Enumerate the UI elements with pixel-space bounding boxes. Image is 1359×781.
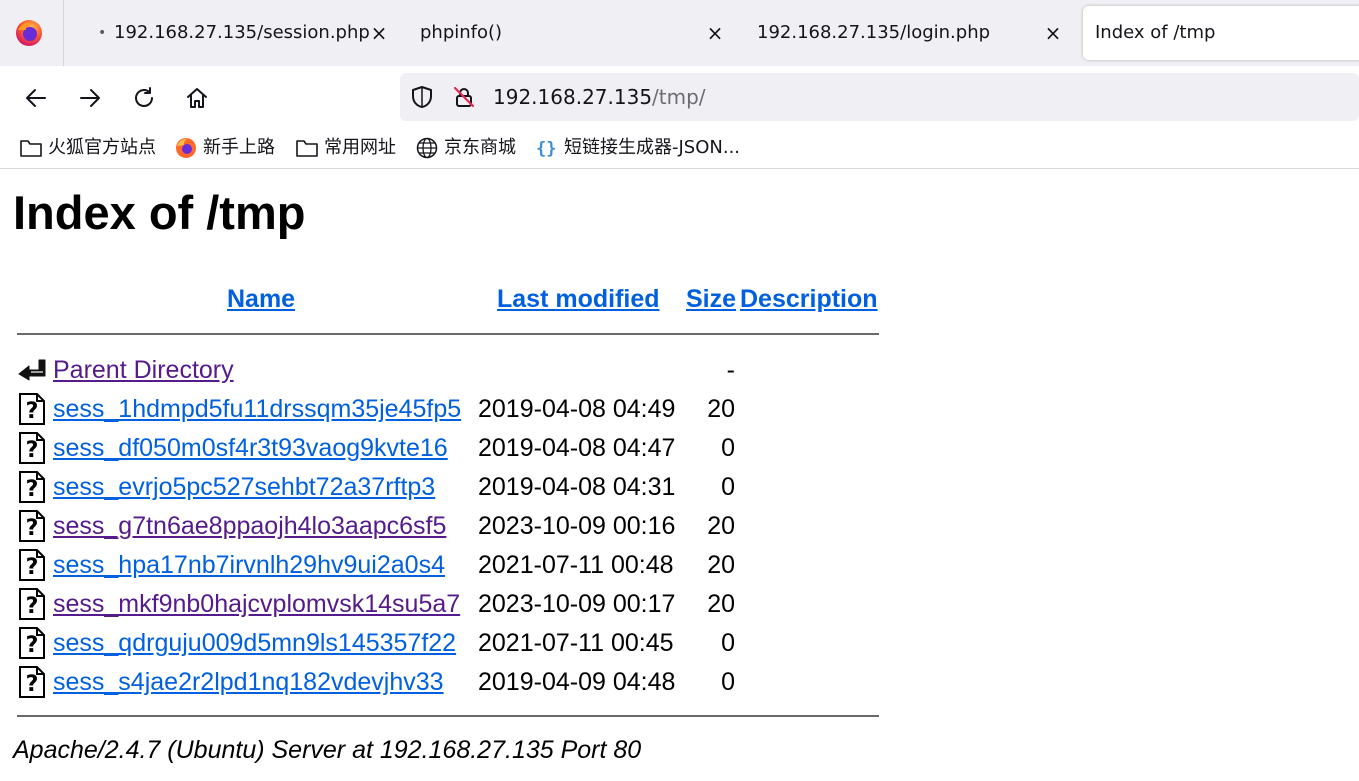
svg-text:?: ? <box>26 477 39 502</box>
file-link[interactable]: sess_df050m0sf4r3t93vaog9kvte16 <box>53 429 448 467</box>
svg-text:?: ? <box>26 438 39 463</box>
column-header-name[interactable]: Name <box>227 281 295 317</box>
header-divider <box>17 333 879 335</box>
tab-attention-dot: • <box>98 25 107 41</box>
insecure-lock-icon[interactable] <box>452 85 476 109</box>
svg-text:{}: {} <box>536 139 556 159</box>
bookmark-label: 常用网址 <box>324 137 396 158</box>
firefox-menu-icon[interactable] <box>14 18 44 48</box>
reload-button[interactable] <box>128 82 160 114</box>
svg-text:?: ? <box>26 672 39 697</box>
close-tab-icon[interactable]: × <box>1041 6 1065 60</box>
file-row: ? sess_s4jae2r2lpd1nq182vdevjhv33 2019-04-… <box>0 663 900 702</box>
braces-icon: {} <box>536 139 556 159</box>
bookmark-short-link-json[interactable]: {} 短链接生成器-JSON... <box>535 128 750 168</box>
tab-phpinfo[interactable]: phpinfo() × <box>402 6 738 60</box>
arrow-right-icon <box>80 89 100 107</box>
unknown-file-icon: ? <box>19 666 45 698</box>
folder-icon <box>20 140 42 157</box>
tab-title: 192.168.27.135/session.php <box>114 22 370 43</box>
page-content: Index of /tmp Name Last modified Size De… <box>0 169 1359 781</box>
bookmark-label: 火狐官方站点 <box>48 137 156 158</box>
svg-text:?: ? <box>26 555 39 580</box>
globe-icon <box>416 137 438 159</box>
file-size: 0 <box>721 629 735 657</box>
file-link[interactable]: sess_s4jae2r2lpd1nq182vdevjhv33 <box>53 663 444 701</box>
file-link[interactable]: sess_hpa17nb7irvnlh29hv9ui2a0s4 <box>53 546 445 584</box>
svg-text:?: ? <box>26 633 39 658</box>
unknown-file-icon: ? <box>19 471 45 503</box>
shield-icon[interactable] <box>410 85 434 109</box>
tab-title: Index of /tmp <box>1095 22 1216 43</box>
file-size: 20 <box>707 590 735 618</box>
server-signature: Apache/2.4.7 (Ubuntu) Server at 192.168.… <box>13 736 642 764</box>
unknown-file-icon: ? <box>19 549 45 581</box>
bookmark-common-sites[interactable]: 常用网址 <box>295 128 405 168</box>
home-icon <box>187 88 207 108</box>
firefox-icon <box>176 138 196 158</box>
tab-title: phpinfo() <box>420 22 503 43</box>
home-button[interactable] <box>181 82 213 114</box>
unknown-file-icon: ? <box>19 432 45 464</box>
file-row: ? sess_df050m0sf4r3t93vaog9kvte16 2019-04-… <box>0 429 900 468</box>
url-host: 192.168.27.135 <box>493 85 653 109</box>
unknown-file-icon: ? <box>19 588 45 620</box>
tab-index-tmp[interactable]: Index of /tmp <box>1083 6 1359 60</box>
svg-text:?: ? <box>26 594 39 619</box>
column-header-size[interactable]: Size <box>686 281 736 317</box>
file-size: 20 <box>707 395 735 423</box>
bookmarks-toolbar: 火狐官方站点 新手上路 常用网址 京东商城 {} 短链接生成器-JSON... <box>0 128 1359 169</box>
bookmark-label: 京东商城 <box>444 137 516 158</box>
file-size: 20 <box>707 551 735 579</box>
column-header-last-modified[interactable]: Last modified <box>497 281 660 317</box>
tab-session-php[interactable]: • 192.168.27.135/session.php × <box>64 6 400 60</box>
bookmark-firefox-official[interactable]: 火狐官方站点 <box>19 128 164 168</box>
unknown-file-icon: ? <box>19 627 45 659</box>
file-row: ? sess_evrjo5pc527sehbt72a37rftp3 2019-04-… <box>0 468 900 507</box>
unknown-file-icon: ? <box>19 393 45 425</box>
arrow-left-icon <box>26 89 46 107</box>
navigation-toolbar: 192.168.27.135/tmp/ <box>0 66 1359 128</box>
reload-icon <box>135 87 153 107</box>
tab-title: 192.168.27.135/login.php <box>757 22 991 43</box>
page-heading: Index of /tmp <box>13 186 306 239</box>
bookmark-getting-started[interactable]: 新手上路 <box>174 128 284 168</box>
svg-text:?: ? <box>26 399 39 424</box>
close-tab-icon[interactable]: × <box>703 6 727 60</box>
unknown-file-icon: ? <box>19 510 45 542</box>
tab-login-php[interactable]: 192.168.27.135/login.php × <box>740 6 1076 60</box>
url-path: /tmp/ <box>652 85 706 109</box>
folder-icon <box>296 140 318 157</box>
forward-button[interactable] <box>74 82 106 114</box>
file-row: ? sess_qdrguju009d5mn9ls145357f22 2021-07-… <box>0 624 900 663</box>
bookmark-jd-mall[interactable]: 京东商城 <box>415 128 525 168</box>
file-link[interactable]: sess_g7tn6ae8ppaojh4lo3aapc6sf5 <box>53 507 446 545</box>
file-row: ? sess_mkf9nb0hajcvplomvsk14su5a7 2023-10-… <box>0 585 900 624</box>
close-tab-icon[interactable]: × <box>367 6 391 60</box>
file-size: 0 <box>721 473 735 501</box>
file-row: ? sess_hpa17nb7irvnlh29hv9ui2a0s4 2021-07-… <box>0 546 900 585</box>
file-row: ? sess_1hdmpd5fu11drssqm35je45fp5 2019-04-… <box>0 390 900 429</box>
address-bar[interactable]: 192.168.27.135/tmp/ <box>400 73 1359 121</box>
back-button[interactable] <box>20 82 52 114</box>
file-size: 0 <box>721 434 735 462</box>
svg-text:?: ? <box>26 516 39 541</box>
parent-directory-row: Parent Directory - <box>0 351 900 390</box>
bookmark-label: 新手上路 <box>203 137 275 158</box>
file-size: 20 <box>707 512 735 540</box>
file-link[interactable]: sess_mkf9nb0hajcvplomvsk14su5a7 <box>53 585 460 623</box>
file-size: - <box>726 356 735 384</box>
file-link[interactable]: sess_evrjo5pc527sehbt72a37rftp3 <box>53 468 435 506</box>
column-header-description[interactable]: Description <box>740 281 878 317</box>
footer-divider <box>17 715 879 717</box>
file-row: ? sess_g7tn6ae8ppaojh4lo3aapc6sf5 2023-10-… <box>0 507 900 546</box>
bookmark-label: 短链接生成器-JSON... <box>564 137 741 158</box>
parent-directory-link[interactable]: Parent Directory <box>53 351 234 389</box>
back-folder-icon <box>18 359 46 381</box>
file-size: 0 <box>721 668 735 696</box>
file-link[interactable]: sess_1hdmpd5fu11drssqm35je45fp5 <box>53 390 461 428</box>
tab-strip: • 192.168.27.135/session.php × phpinfo()… <box>0 0 1359 66</box>
url-text[interactable]: 192.168.27.135/tmp/ <box>493 73 706 121</box>
file-link[interactable]: sess_qdrguju009d5mn9ls145357f22 <box>53 624 456 662</box>
